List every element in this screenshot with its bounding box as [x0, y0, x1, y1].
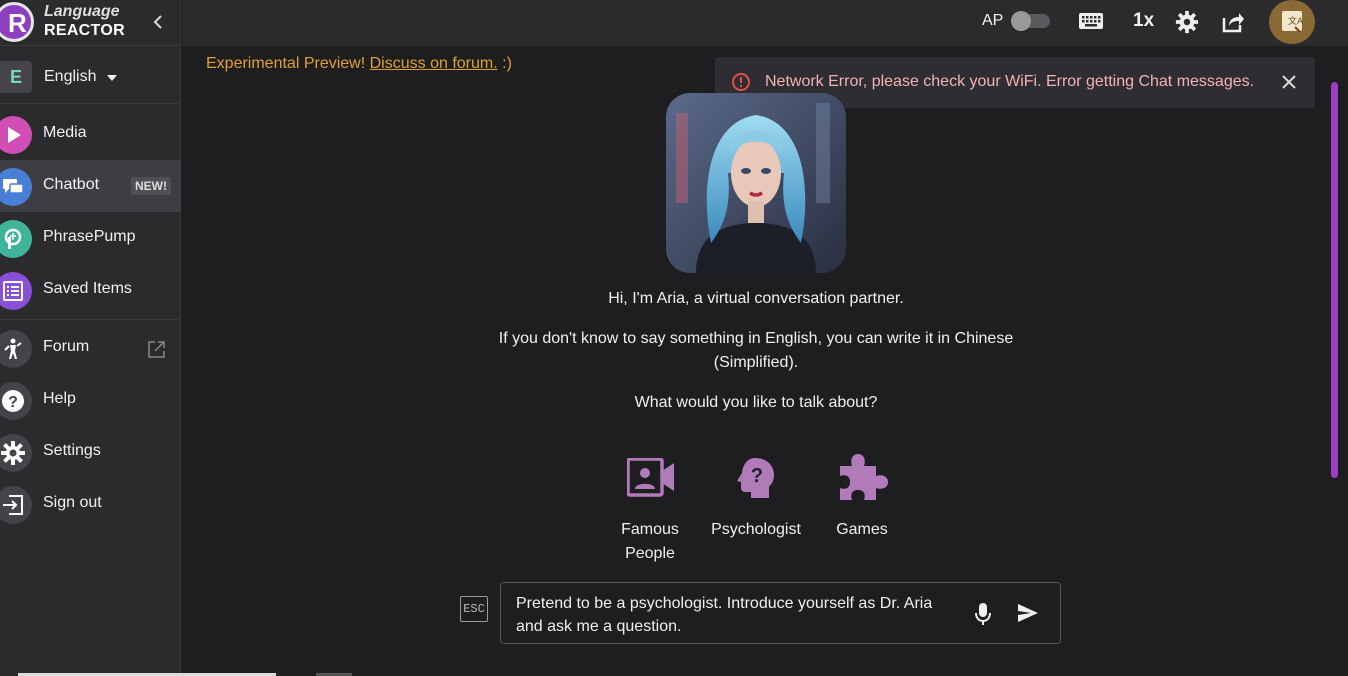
sidebar-item-sign-out[interactable]: Sign out — [0, 478, 181, 530]
top-bar: AP 1x 文A — [182, 0, 1348, 46]
sidebar-item-label: Forum — [43, 338, 90, 355]
hint-text: If you don't know to say something in En… — [498, 330, 1014, 371]
sidebar-item-chatbot[interactable]: Chatbot NEW! — [0, 160, 181, 212]
chat-bubbles-icon — [0, 168, 32, 206]
toggle-knob — [1011, 11, 1031, 31]
sidebar-item-forum[interactable]: Forum — [0, 322, 181, 374]
error-icon — [732, 73, 750, 91]
sidebar-item-label: PhrasePump — [43, 228, 136, 245]
chat-input[interactable]: Pretend to be a psychologist. Introduce … — [500, 582, 1061, 644]
microphone-icon[interactable] — [973, 602, 993, 626]
svg-text:?: ? — [8, 394, 18, 411]
topic-question: What would you like to talk about? — [634, 394, 878, 411]
topic-label: Games — [836, 521, 888, 538]
new-badge: NEW! — [131, 177, 171, 195]
sidebar-item-label: Help — [43, 390, 76, 407]
language-selector[interactable]: E English — [0, 50, 181, 104]
play-icon — [0, 116, 32, 154]
aria-avatar-image — [666, 93, 846, 273]
sidebar-item-phrasepump[interactable]: PhrasePump — [0, 212, 181, 264]
ap-label: AP — [982, 12, 1004, 29]
discuss-forum-link[interactable]: Discuss on forum. — [370, 55, 498, 72]
app-logo[interactable]: R Language REACTOR — [0, 0, 181, 46]
experimental-preview-note: Experimental Preview! Discuss on forum. … — [206, 55, 512, 73]
logo-icon: R — [0, 2, 34, 42]
chevron-left-icon[interactable] — [150, 11, 166, 33]
sidebar-item-settings[interactable]: Settings — [0, 426, 181, 478]
head-question-icon: ? — [737, 458, 774, 498]
settings-gear-icon[interactable] — [1175, 10, 1199, 34]
intro-text: Hi, I'm Aria, a virtual conversation par… — [608, 290, 904, 307]
puzzle-piece-icon — [840, 454, 888, 500]
language-label: English — [44, 68, 97, 85]
external-link-icon — [148, 341, 165, 358]
sidebar-item-label: Settings — [43, 442, 101, 459]
list-icon — [0, 272, 32, 310]
language-badge: E — [0, 61, 32, 93]
sidebar-item-label: Chatbot — [43, 176, 100, 193]
chat-input-value[interactable]: Pretend to be a psychologist. Introduce … — [516, 592, 956, 638]
sidebar-divider — [0, 319, 181, 320]
close-icon[interactable] — [1281, 74, 1297, 90]
sidebar-item-media[interactable]: Media — [0, 108, 181, 160]
topic-label: Psychologist — [711, 521, 801, 538]
sidebar-item-label: Sign out — [43, 494, 102, 511]
preview-suffix: :) — [497, 55, 512, 72]
app-name-line1: Language — [44, 3, 120, 20]
phrasepump-icon — [0, 220, 32, 258]
sidebar-item-saved-items[interactable]: Saved Items — [0, 264, 181, 316]
sidebar-item-label: Media — [43, 124, 87, 141]
app-name-line2: REACTOR — [44, 22, 125, 39]
share-icon[interactable] — [1221, 10, 1245, 34]
keyboard-icon[interactable] — [1078, 10, 1104, 32]
error-message: Network Error, please check your WiFi. E… — [765, 73, 1255, 90]
svg-text:文A: 文A — [1288, 15, 1303, 26]
video-person-icon — [627, 458, 674, 497]
send-icon[interactable] — [1017, 603, 1039, 623]
help-icon: ? — [0, 382, 32, 420]
playback-speed-button[interactable]: 1x — [1133, 10, 1154, 32]
esc-key-hint[interactable]: ESC — [460, 596, 488, 622]
ap-toggle[interactable] — [1011, 11, 1050, 31]
scrollbar-thumb[interactable] — [1331, 82, 1338, 478]
sign-out-icon — [0, 486, 32, 524]
translate-icon: 文A — [1282, 11, 1303, 33]
svg-text:?: ? — [751, 465, 763, 487]
person-icon — [0, 330, 32, 368]
user-avatar[interactable]: 文A — [1269, 0, 1315, 44]
sidebar-item-help[interactable]: ? Help — [0, 374, 181, 426]
topic-label: Famous People — [621, 521, 679, 562]
caret-down-icon — [107, 75, 117, 81]
gear-icon — [0, 434, 32, 472]
sidebar-item-label: Saved Items — [43, 280, 132, 297]
preview-text: Experimental Preview! — [206, 55, 370, 72]
sidebar: R Language REACTOR E English Media Chatb… — [0, 0, 181, 676]
